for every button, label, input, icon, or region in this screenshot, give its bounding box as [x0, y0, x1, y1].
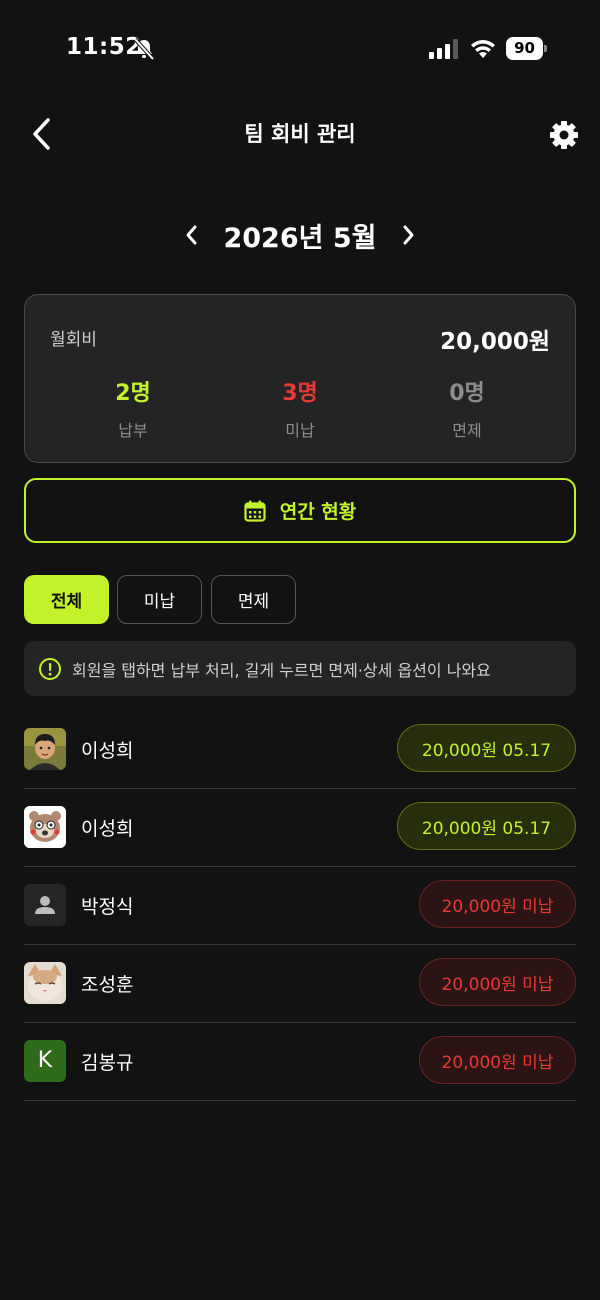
member-avatar-photo — [24, 728, 66, 770]
member-row[interactable]: K 김봉규 20,000원 미납 — [24, 1023, 576, 1101]
filter-chip-all[interactable]: 전체 — [24, 575, 109, 624]
annual-overview-label: 연간 현황 — [279, 501, 357, 523]
unpaid-count: 3명 — [282, 381, 318, 406]
member-name: 조성훈 — [81, 974, 134, 996]
battery-level: 90 — [506, 37, 543, 60]
paid-count: 2명 — [115, 381, 151, 406]
hint-banner: 회원을 탭하면 납부 처리, 길게 누르면 면제·상세 옵션이 나와요 — [24, 641, 576, 696]
member-row[interactable]: 이성희 20,000원 05.17 — [24, 789, 576, 867]
member-name: 김봉규 — [81, 1052, 134, 1074]
unpaid-label: 미납 — [285, 421, 315, 440]
payment-status-pill[interactable]: 20,000원 미납 — [419, 1036, 576, 1084]
monthly-fee-value: 20,000원 — [440, 329, 550, 355]
boy-photo-icon — [24, 728, 66, 770]
member-row[interactable]: 박정식 20,000원 미납 — [24, 867, 576, 945]
member-row[interactable]: 조성훈 20,000원 미납 — [24, 945, 576, 1023]
hint-text: 회원을 탭하면 납부 처리, 길게 누르면 면제·상세 옵션이 나와요 — [72, 660, 491, 680]
payment-status-pill[interactable]: 20,000원 미납 — [419, 880, 576, 928]
exempt-count: 0명 — [449, 381, 485, 406]
annual-overview-button[interactable]: 연간 현황 — [24, 478, 576, 543]
person-icon — [35, 896, 55, 914]
filter-chip-exempt[interactable]: 면제 — [211, 575, 296, 624]
battery-indicator: 90 — [506, 37, 548, 60]
payment-status-pill[interactable]: 20,000원 05.17 — [397, 802, 576, 850]
filter-chip-unpaid[interactable]: 미납 — [117, 575, 202, 624]
member-avatar-photo — [24, 962, 66, 1004]
paid-label: 납부 — [118, 421, 148, 440]
member-avatar-character — [24, 806, 66, 848]
page-title: 팀 회비 관리 — [244, 122, 356, 146]
exempt-stat: 0명 면제 — [397, 375, 537, 441]
wifi-icon — [471, 40, 495, 58]
member-name: 이성희 — [81, 818, 134, 840]
member-avatar-default — [24, 884, 66, 926]
member-row[interactable]: 이성희 20,000원 05.17 — [24, 711, 576, 789]
member-name: 박정식 — [81, 896, 134, 918]
payment-status-pill[interactable]: 20,000원 미납 — [419, 958, 576, 1006]
cellular-signal-icon — [429, 39, 458, 59]
bell-muted-icon — [133, 38, 155, 60]
paid-stat: 2명 납부 — [63, 375, 203, 441]
unpaid-stat: 3명 미납 — [230, 375, 370, 441]
member-name: 이성희 — [81, 740, 134, 762]
next-month-icon[interactable] — [397, 222, 419, 248]
status-time: 11:52 — [66, 34, 142, 60]
month-label: 2026년 5월 — [223, 223, 377, 254]
summary-card: 월회비 20,000원 2명 납부 3명 미납 0명 면제 — [24, 294, 576, 463]
cat-photo-icon — [24, 962, 66, 1004]
monthly-fee-label: 월회비 — [50, 330, 97, 350]
member-avatar-letter: K — [24, 1040, 66, 1082]
gear-icon[interactable] — [549, 120, 579, 150]
info-icon — [39, 657, 61, 680]
calendar-icon — [244, 500, 266, 522]
bear-character-icon — [24, 806, 66, 848]
battery-tip — [544, 45, 547, 52]
exempt-label: 면제 — [452, 421, 482, 440]
payment-status-pill[interactable]: 20,000원 05.17 — [397, 724, 576, 772]
status-bar: 11:52 90 — [0, 0, 600, 96]
